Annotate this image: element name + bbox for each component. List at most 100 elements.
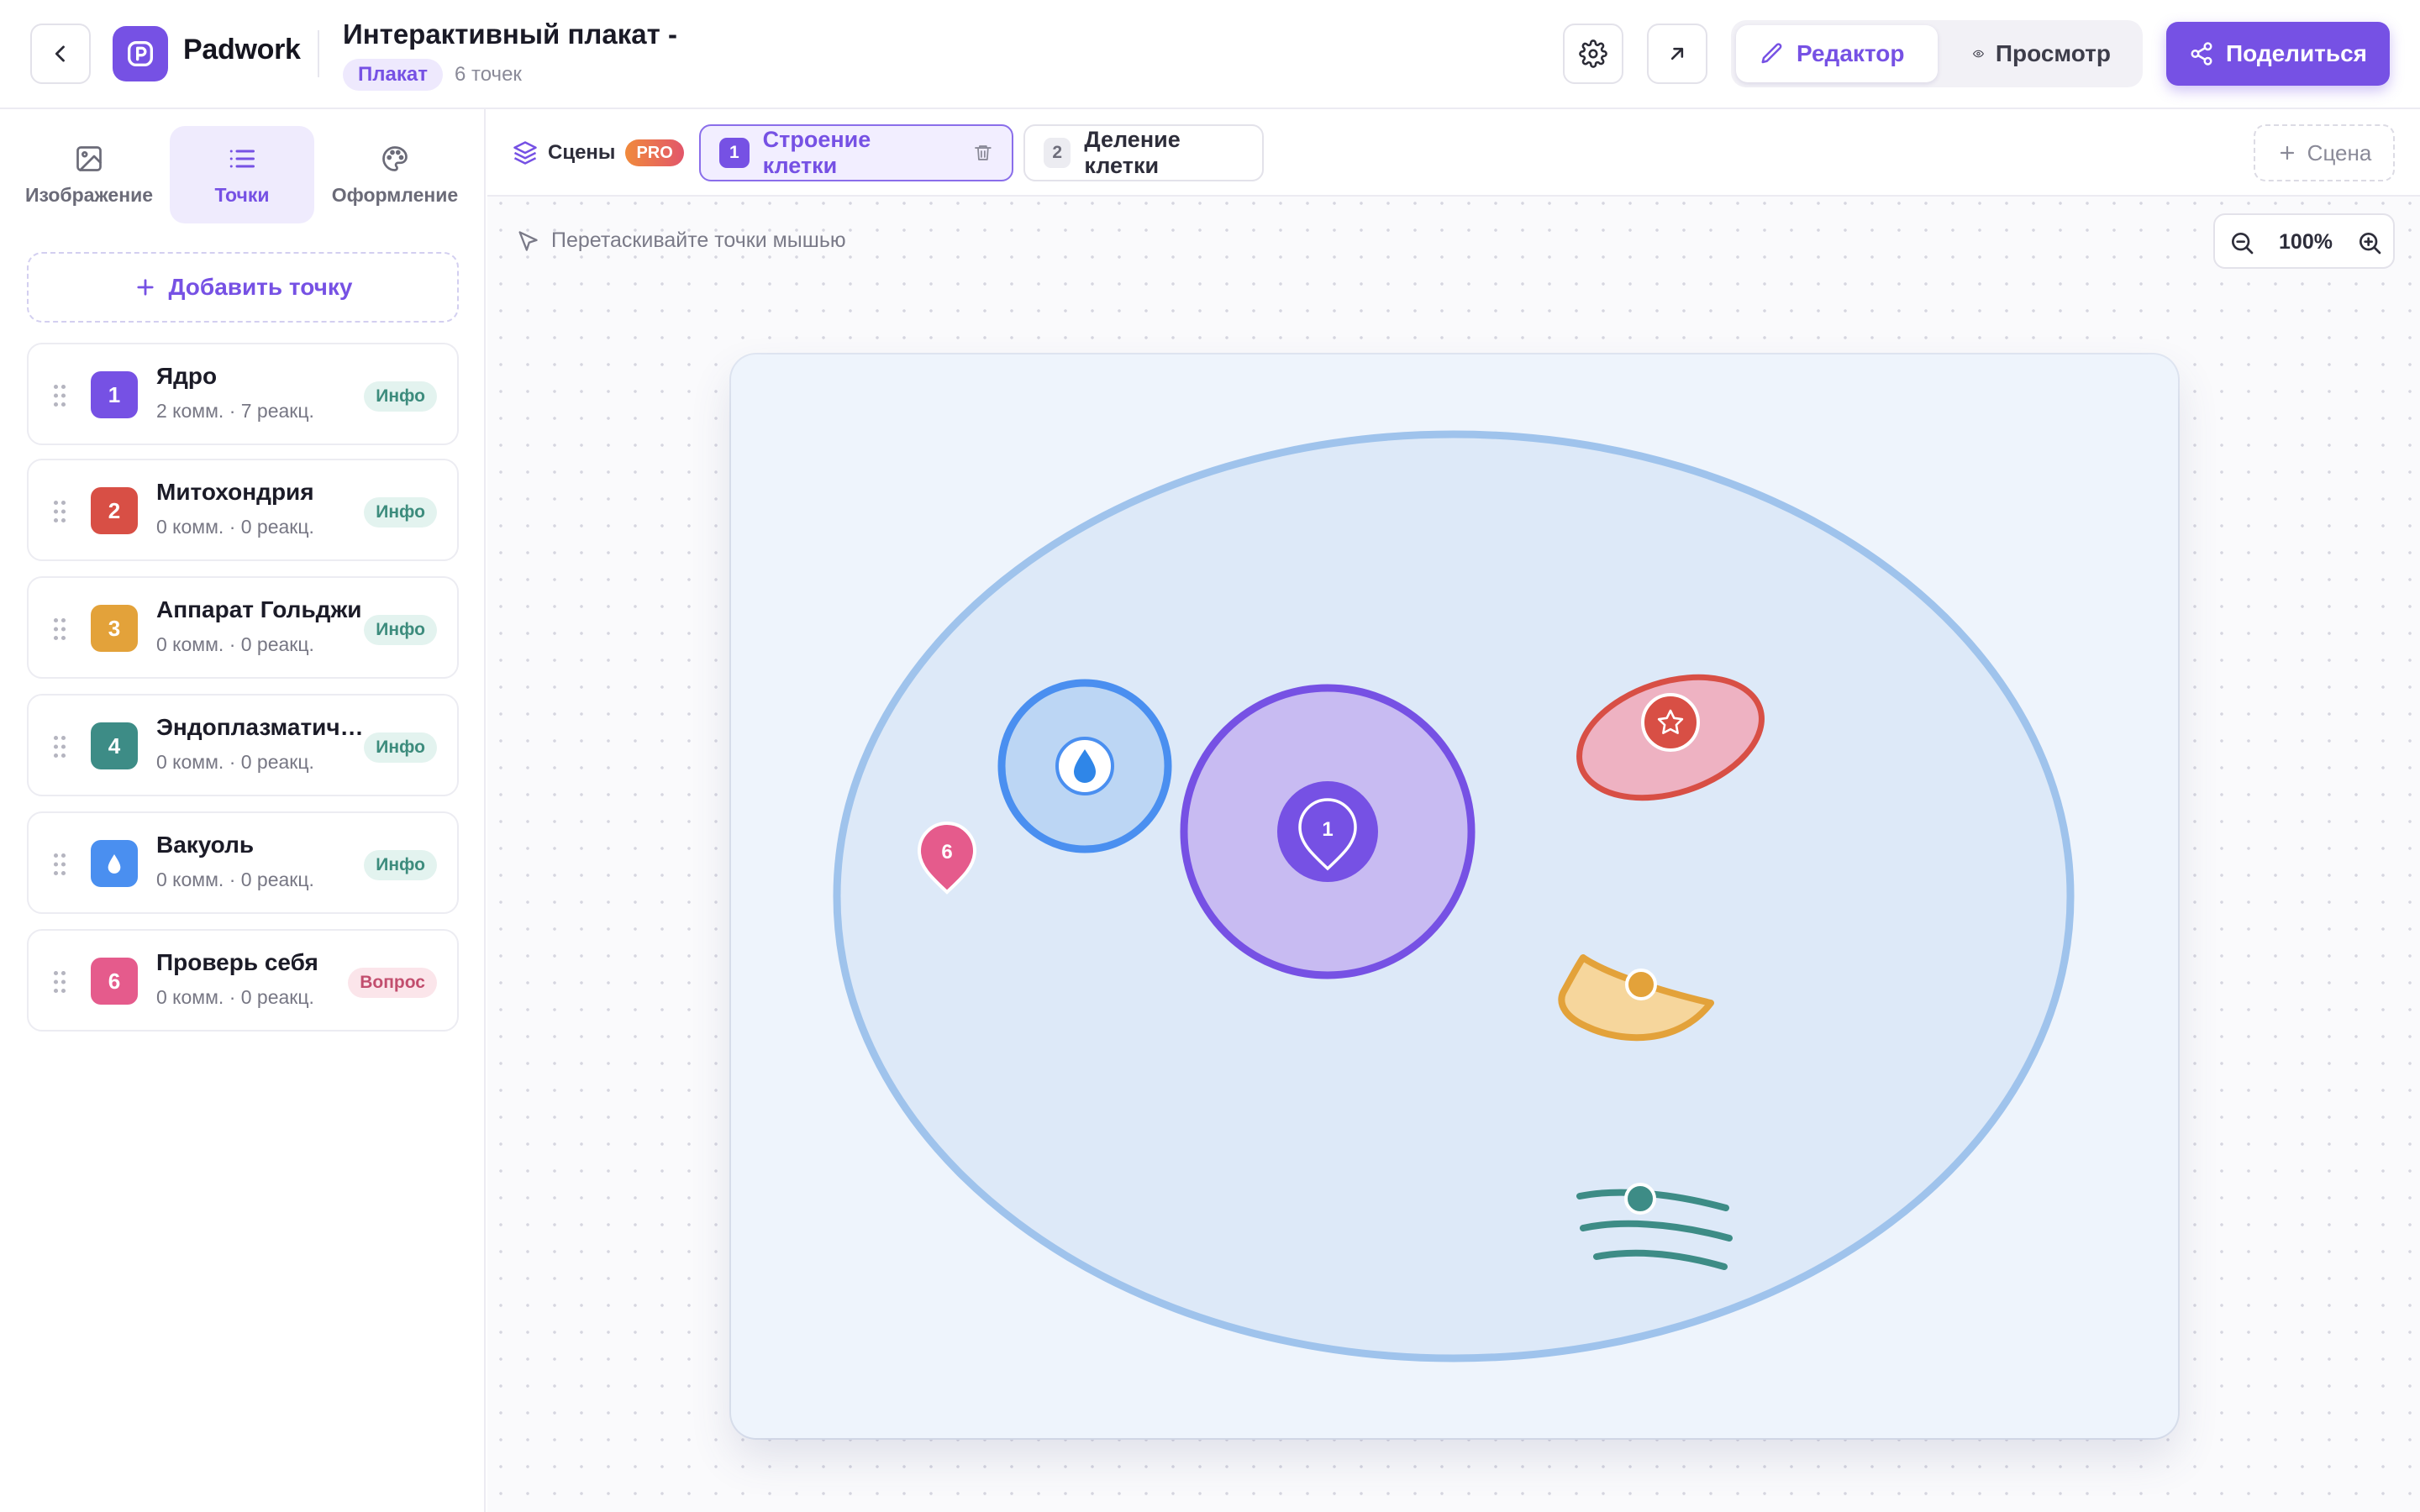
top-bar: Padwork Интерактивный плакат - Плакат 6 …: [0, 0, 2420, 109]
editor-mode-label: Редактор: [1797, 40, 1905, 66]
zoom-in-icon[interactable]: [2356, 229, 2383, 256]
nucleus-pin[interactable]: 1: [1277, 781, 1378, 882]
pro-badge: PRO: [625, 139, 684, 166]
list-icon: [229, 150, 255, 167]
drag-handle-icon[interactable]: [52, 852, 67, 877]
zoom-control: 100%: [2213, 213, 2395, 269]
point-stats: 0 комм. · 0 реакц.: [156, 516, 314, 538]
question-pin-number: 6: [941, 841, 952, 864]
drag-hint-text: Перетаскивайте точки мышью: [551, 228, 846, 252]
point-title: Вакуоль: [156, 832, 255, 858]
layers-icon: [513, 141, 537, 165]
drag-handle-icon[interactable]: [52, 383, 67, 408]
point-card[interactable]: 3 Аппарат Гольджи 0 комм. · 0 реакц. Инфо: [27, 576, 459, 679]
point-number-badge: 4: [91, 722, 138, 769]
point-stats: 0 комм. · 0 реакц.: [156, 633, 314, 655]
scenes-label-text: Сцены: [548, 141, 616, 164]
header-divider: [318, 30, 319, 77]
point-type-badge: Инфо: [364, 615, 437, 645]
add-point-button[interactable]: Добавить точку: [27, 252, 459, 323]
tab-design[interactable]: Оформление: [323, 126, 467, 223]
scenes-bar: Сцены PRO 1 Строение клетки 2 Деление кл…: [487, 109, 2420, 197]
point-title: Аппарат Гольджи: [156, 596, 362, 622]
tab-image-label: Изображение: [24, 183, 154, 206]
share-icon: [2191, 42, 2212, 66]
tab-design-label: Оформление: [331, 183, 459, 206]
eye-icon: [1973, 50, 1984, 58]
scene-number: 1: [719, 138, 750, 168]
preview-mode-button[interactable]: Просмотр: [1949, 25, 2134, 82]
tab-image[interactable]: Изображение: [17, 126, 161, 223]
point-title: Ядро: [156, 363, 218, 389]
share-button[interactable]: Поделиться: [2166, 22, 2390, 86]
arrow-up-right-icon: [1670, 47, 1684, 60]
point-type-badge: Вопрос: [348, 968, 437, 998]
palette-icon: [382, 145, 408, 171]
scene-number: 2: [1044, 138, 1071, 168]
point-card[interactable]: Вакуоль 0 комм. · 0 реакц. Инфо: [27, 811, 459, 914]
sidebar: Изображение Точки Оформление Добавить то…: [0, 109, 486, 1512]
share-label: Поделиться: [2225, 40, 2368, 66]
document-title[interactable]: Интерактивный плакат -: [343, 18, 677, 50]
app-name: Padwork: [183, 34, 301, 66]
add-scene-button[interactable]: Сцена: [2254, 124, 2395, 181]
cursor-icon: [518, 230, 538, 251]
settings-button[interactable]: [1563, 24, 1623, 84]
preview-mode-label: Просмотр: [1995, 40, 2111, 66]
point-type-badge: Инфо: [364, 850, 437, 880]
points-count: 6 точек: [455, 63, 522, 86]
trash-icon[interactable]: [973, 143, 993, 163]
point-card[interactable]: 2 Митохондрия 0 комм. · 0 реакц. Инфо: [27, 459, 459, 561]
vacuole-pin[interactable]: [1055, 737, 1114, 795]
gear-icon: [1579, 39, 1607, 68]
droplet-icon: [108, 854, 121, 874]
nucleus-pin-number: 1: [1322, 818, 1333, 841]
point-number-badge: 3: [91, 605, 138, 652]
golgi-pin[interactable]: [1625, 969, 1657, 1000]
tab-points-label: Точки: [214, 183, 270, 206]
add-point-label: Добавить точку: [168, 274, 353, 300]
drag-handle-icon[interactable]: [52, 734, 67, 759]
editor-canvas-area: Сцены PRO 1 Строение клетки 2 Деление кл…: [487, 109, 2420, 1512]
point-number-badge: 6: [91, 958, 138, 1005]
open-external-button[interactable]: [1647, 24, 1707, 84]
er-pin[interactable]: [1624, 1183, 1656, 1215]
drag-handle-icon[interactable]: [52, 617, 67, 642]
drag-handle-icon[interactable]: [52, 969, 67, 995]
drag-hint: Перетаскивайте точки мышью: [516, 228, 846, 253]
point-title: Эндоплазматическая сеть: [156, 714, 366, 740]
chevron-left-icon: [55, 45, 65, 62]
point-title: Митохондрия: [156, 479, 314, 505]
point-card[interactable]: 6 Проверь себя 0 комм. · 0 реакц. Вопрос: [27, 929, 459, 1032]
scene-tab-label: Строение клетки: [762, 127, 871, 178]
point-number-badge: [91, 840, 138, 887]
point-title: Проверь себя: [156, 949, 318, 975]
pencil-icon: [1761, 43, 1782, 64]
mitochondria-pin[interactable]: [1641, 693, 1700, 752]
point-card[interactable]: 1 Ядро 2 комм. · 7 реакц. Инфо: [27, 343, 459, 445]
point-type-badge: Инфо: [364, 497, 437, 528]
plus-icon: [136, 279, 154, 296]
scene-tab-1[interactable]: 1 Строение клетки: [699, 124, 1013, 181]
scene-tab-label: Деление клетки: [1084, 127, 1181, 178]
plus-icon: [2280, 145, 2294, 160]
point-stats: 0 комм. · 0 реакц.: [156, 869, 314, 890]
scenes-label: Сцены PRO: [513, 139, 684, 166]
point-type-badge: Инфо: [364, 732, 437, 763]
point-stats: 0 комм. · 0 реакц.: [156, 751, 314, 773]
point-stats: 0 комм. · 0 реакц.: [156, 986, 314, 1008]
app-logo-icon: [113, 26, 168, 81]
point-number-badge: 2: [91, 487, 138, 534]
back-button[interactable]: [30, 24, 91, 84]
editor-mode-button[interactable]: Редактор: [1736, 25, 1938, 82]
point-card[interactable]: 4 Эндоплазматическая сеть 0 комм. · 0 реак…: [27, 694, 459, 796]
poster-canvas[interactable]: 1 6: [731, 354, 2178, 1438]
drag-handle-icon[interactable]: [52, 499, 67, 524]
document-type-badge: Плакат: [343, 59, 443, 91]
image-icon: [76, 145, 102, 171]
scene-tab-2[interactable]: 2 Деление клетки: [1023, 124, 1264, 181]
point-type-badge: Инфо: [364, 381, 437, 412]
point-stats: 2 комм. · 7 реакц.: [156, 400, 314, 422]
mode-switch: Редактор Просмотр: [1731, 20, 2143, 87]
tab-points[interactable]: Точки: [170, 126, 314, 223]
